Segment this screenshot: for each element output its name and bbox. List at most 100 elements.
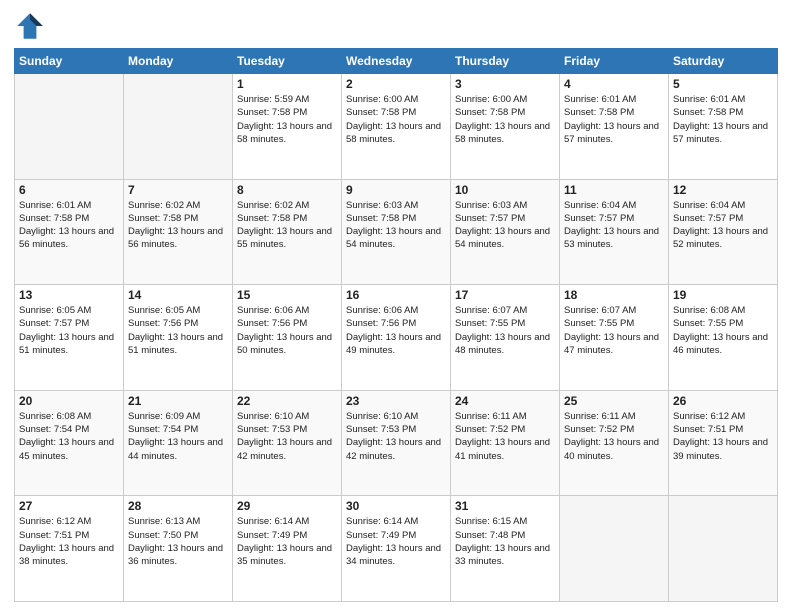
day-info: Sunrise: 6:01 AMSunset: 7:58 PMDaylight:…	[564, 93, 664, 146]
day-number: 23	[346, 394, 446, 408]
day-info: Sunrise: 6:10 AMSunset: 7:53 PMDaylight:…	[346, 410, 446, 463]
calendar-table: SundayMondayTuesdayWednesdayThursdayFrid…	[14, 48, 778, 602]
page: SundayMondayTuesdayWednesdayThursdayFrid…	[0, 0, 792, 612]
day-number: 10	[455, 183, 555, 197]
day-cell-15: 15Sunrise: 6:06 AMSunset: 7:56 PMDayligh…	[233, 285, 342, 391]
day-number: 29	[237, 499, 337, 513]
weekday-header-wednesday: Wednesday	[342, 49, 451, 74]
weekday-header-saturday: Saturday	[669, 49, 778, 74]
day-info: Sunrise: 6:00 AMSunset: 7:58 PMDaylight:…	[346, 93, 446, 146]
day-number: 19	[673, 288, 773, 302]
day-info: Sunrise: 5:59 AMSunset: 7:58 PMDaylight:…	[237, 93, 337, 146]
weekday-header-row: SundayMondayTuesdayWednesdayThursdayFrid…	[15, 49, 778, 74]
day-cell-8: 8 Sunrise: 6:02 AMSunset: 7:58 PMDaylight…	[233, 179, 342, 285]
day-info: Sunrise: 6:08 AMSunset: 7:54 PMDaylight:…	[19, 410, 119, 463]
day-cell-10: 10 Sunrise: 6:03 AMSunset: 7:57 PMDayligh…	[451, 179, 560, 285]
week-row-4: 20 Sunrise: 6:08 AMSunset: 7:54 PMDayligh…	[15, 390, 778, 496]
day-cell-9: 9 Sunrise: 6:03 AMSunset: 7:58 PMDaylight…	[342, 179, 451, 285]
day-number: 18	[564, 288, 664, 302]
week-row-3: 13 Sunrise: 6:05 AMSunset: 7:57 PMDayligh…	[15, 285, 778, 391]
day-cell-13: 13 Sunrise: 6:05 AMSunset: 7:57 PMDayligh…	[15, 285, 124, 391]
day-number: 30	[346, 499, 446, 513]
day-number: 2	[346, 77, 446, 91]
day-number: 21	[128, 394, 228, 408]
weekday-header-thursday: Thursday	[451, 49, 560, 74]
day-info: Sunrise: 6:01 AMSunset: 7:58 PMDaylight:…	[673, 93, 773, 146]
day-number: 9	[346, 183, 446, 197]
day-cell-1: 1 Sunrise: 5:59 AMSunset: 7:58 PMDaylight…	[233, 74, 342, 180]
day-cell-31: 31 Sunrise: 6:15 AMSunset: 7:48 PMDayligh…	[451, 496, 560, 602]
day-info: Sunrise: 6:10 AMSunset: 7:53 PMDaylight:…	[237, 410, 337, 463]
day-info: Sunrise: 6:03 AMSunset: 7:57 PMDaylight:…	[455, 199, 555, 252]
logo	[14, 10, 50, 42]
day-info: Sunrise: 6:11 AMSunset: 7:52 PMDaylight:…	[455, 410, 555, 463]
day-number: 16	[346, 288, 446, 302]
day-info: Sunrise: 6:02 AMSunset: 7:58 PMDaylight:…	[237, 199, 337, 252]
day-number: 5	[673, 77, 773, 91]
day-info: Sunrise: 6:14 AMSunset: 7:49 PMDaylight:…	[237, 515, 337, 568]
day-number: 27	[19, 499, 119, 513]
week-row-2: 6 Sunrise: 6:01 AMSunset: 7:58 PMDaylight…	[15, 179, 778, 285]
day-info: Sunrise: 6:14 AMSunset: 7:49 PMDaylight:…	[346, 515, 446, 568]
day-cell-23: 23 Sunrise: 6:10 AMSunset: 7:53 PMDayligh…	[342, 390, 451, 496]
day-cell-27: 27 Sunrise: 6:12 AMSunset: 7:51 PMDayligh…	[15, 496, 124, 602]
day-info: Sunrise: 6:09 AMSunset: 7:54 PMDaylight:…	[128, 410, 228, 463]
day-cell-22: 22 Sunrise: 6:10 AMSunset: 7:53 PMDayligh…	[233, 390, 342, 496]
day-cell-14: 14Sunrise: 6:05 AMSunset: 7:56 PMDayligh…	[124, 285, 233, 391]
day-cell-21: 21 Sunrise: 6:09 AMSunset: 7:54 PMDayligh…	[124, 390, 233, 496]
day-cell-20: 20 Sunrise: 6:08 AMSunset: 7:54 PMDayligh…	[15, 390, 124, 496]
day-number: 31	[455, 499, 555, 513]
day-cell-3: 3Sunrise: 6:00 AMSunset: 7:58 PMDaylight…	[451, 74, 560, 180]
day-number: 3	[455, 77, 555, 91]
day-info: Sunrise: 6:12 AMSunset: 7:51 PMDaylight:…	[19, 515, 119, 568]
day-cell-28: 28Sunrise: 6:13 AMSunset: 7:50 PMDayligh…	[124, 496, 233, 602]
day-number: 25	[564, 394, 664, 408]
day-info: Sunrise: 6:03 AMSunset: 7:58 PMDaylight:…	[346, 199, 446, 252]
day-number: 26	[673, 394, 773, 408]
day-cell-16: 16Sunrise: 6:06 AMSunset: 7:56 PMDayligh…	[342, 285, 451, 391]
empty-cell	[669, 496, 778, 602]
weekday-header-sunday: Sunday	[15, 49, 124, 74]
day-cell-30: 30 Sunrise: 6:14 AMSunset: 7:49 PMDayligh…	[342, 496, 451, 602]
empty-cell	[124, 74, 233, 180]
day-cell-24: 24Sunrise: 6:11 AMSunset: 7:52 PMDayligh…	[451, 390, 560, 496]
day-info: Sunrise: 6:15 AMSunset: 7:48 PMDaylight:…	[455, 515, 555, 568]
day-cell-4: 4 Sunrise: 6:01 AMSunset: 7:58 PMDaylight…	[560, 74, 669, 180]
day-number: 22	[237, 394, 337, 408]
day-number: 12	[673, 183, 773, 197]
day-number: 8	[237, 183, 337, 197]
day-number: 17	[455, 288, 555, 302]
day-number: 20	[19, 394, 119, 408]
weekday-header-monday: Monday	[124, 49, 233, 74]
empty-cell	[15, 74, 124, 180]
day-cell-25: 25 Sunrise: 6:11 AMSunset: 7:52 PMDayligh…	[560, 390, 669, 496]
day-number: 28	[128, 499, 228, 513]
day-info: Sunrise: 6:11 AMSunset: 7:52 PMDaylight:…	[564, 410, 664, 463]
logo-icon	[14, 10, 46, 42]
day-cell-29: 29 Sunrise: 6:14 AMSunset: 7:49 PMDayligh…	[233, 496, 342, 602]
day-cell-2: 2 Sunrise: 6:00 AMSunset: 7:58 PMDaylight…	[342, 74, 451, 180]
day-cell-11: 11Sunrise: 6:04 AMSunset: 7:57 PMDayligh…	[560, 179, 669, 285]
header	[14, 10, 778, 42]
weekday-header-friday: Friday	[560, 49, 669, 74]
week-row-1: 1 Sunrise: 5:59 AMSunset: 7:58 PMDaylight…	[15, 74, 778, 180]
day-info: Sunrise: 6:07 AMSunset: 7:55 PMDaylight:…	[455, 304, 555, 357]
week-row-5: 27 Sunrise: 6:12 AMSunset: 7:51 PMDayligh…	[15, 496, 778, 602]
day-number: 13	[19, 288, 119, 302]
day-info: Sunrise: 6:01 AMSunset: 7:58 PMDaylight:…	[19, 199, 119, 252]
day-number: 1	[237, 77, 337, 91]
day-cell-19: 19 Sunrise: 6:08 AMSunset: 7:55 PMDayligh…	[669, 285, 778, 391]
day-number: 14	[128, 288, 228, 302]
day-cell-17: 17 Sunrise: 6:07 AMSunset: 7:55 PMDayligh…	[451, 285, 560, 391]
day-info: Sunrise: 6:05 AMSunset: 7:57 PMDaylight:…	[19, 304, 119, 357]
day-info: Sunrise: 6:08 AMSunset: 7:55 PMDaylight:…	[673, 304, 773, 357]
day-cell-12: 12 Sunrise: 6:04 AMSunset: 7:57 PMDayligh…	[669, 179, 778, 285]
day-info: Sunrise: 6:04 AMSunset: 7:57 PMDaylight:…	[673, 199, 773, 252]
day-info: Sunrise: 6:12 AMSunset: 7:51 PMDaylight:…	[673, 410, 773, 463]
empty-cell	[560, 496, 669, 602]
day-cell-26: 26 Sunrise: 6:12 AMSunset: 7:51 PMDayligh…	[669, 390, 778, 496]
day-number: 6	[19, 183, 119, 197]
day-number: 4	[564, 77, 664, 91]
weekday-header-tuesday: Tuesday	[233, 49, 342, 74]
day-cell-6: 6 Sunrise: 6:01 AMSunset: 7:58 PMDaylight…	[15, 179, 124, 285]
